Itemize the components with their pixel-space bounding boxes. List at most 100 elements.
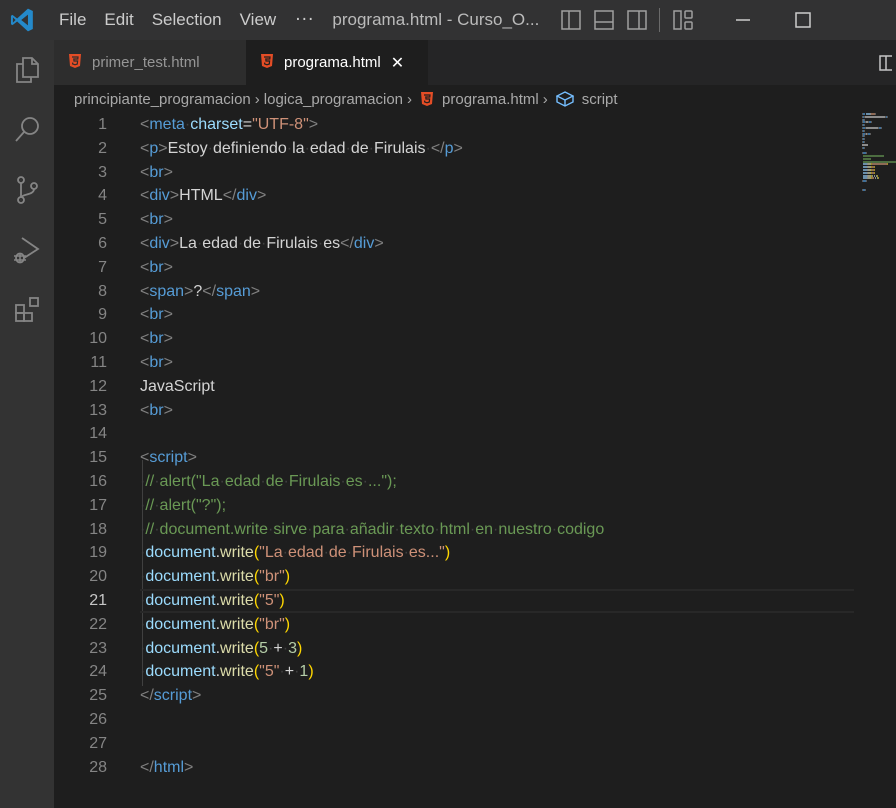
split-editor-icon[interactable] [876, 40, 896, 85]
minimap[interactable] [858, 113, 896, 193]
code-line[interactable]: 25 </script> [54, 684, 854, 708]
code-line[interactable]: 9 <br> [54, 303, 854, 327]
code-line[interactable]: 17 ·//·alert("?"); [54, 494, 854, 518]
code-editor[interactable]: 1 <meta·charset="UTF-8"> 2 <p>Estoy·definie… [54, 113, 854, 808]
minimap-mark [870, 132, 871, 135]
code-line[interactable]: 20 ·document.write("br") [54, 565, 854, 589]
code-line[interactable]: 14 [54, 422, 854, 446]
code-line[interactable]: 27 [54, 732, 854, 756]
code-token: write [220, 591, 254, 609]
customize-layout-icon[interactable] [666, 0, 699, 40]
line-content: <p>Estoy·definiendo·la·edad·de·Firulais·… [140, 137, 463, 161]
code-line[interactable]: 3 <br> [54, 161, 854, 185]
line-content: ·document.write(5·+·3) [140, 637, 302, 661]
extensions-button[interactable] [0, 280, 54, 340]
code-line[interactable]: 28 </html> [54, 756, 854, 780]
code-token: p [444, 139, 454, 157]
code-lines: 1 <meta·charset="UTF-8"> 2 <p>Estoy·definie… [54, 113, 854, 779]
code-token: > [256, 187, 267, 205]
code-token: > [187, 449, 197, 467]
code-line[interactable]: 21 ·document.write("5") [54, 588, 854, 613]
minimize-button[interactable] [713, 0, 773, 40]
toggle-secondary-sidebar-icon[interactable] [620, 0, 653, 40]
menu-file[interactable]: File [50, 0, 95, 40]
minimap-mark [863, 157, 871, 160]
activity-bar [0, 40, 54, 808]
code-token: > [163, 211, 173, 229]
search-icon [15, 117, 39, 142]
toggle-panel-icon[interactable] [587, 0, 620, 40]
code-token: br [149, 211, 164, 229]
code-token: ) [284, 568, 291, 586]
code-line[interactable]: 6 <div>La·edad·de·Firulais·es</div> [54, 232, 854, 256]
maximize-button[interactable] [773, 0, 833, 40]
code-token: < [140, 116, 150, 133]
code-line[interactable]: 18 ·//·document.write·sirve·para·añadir·t… [54, 518, 854, 542]
minimap-mark [878, 177, 879, 180]
code-line[interactable]: 15 <script> [54, 446, 854, 470]
code-line[interactable]: 4 <div>HTML</div> [54, 184, 854, 208]
code-line[interactable]: 10 <br> [54, 327, 854, 351]
breadcrumb-symbol[interactable]: script [582, 91, 618, 108]
breadcrumb-folder-logica[interactable]: logica_programacion [264, 91, 403, 108]
line-number: 14 [89, 425, 107, 443]
code-token: br [149, 163, 164, 181]
tab-label: programa.html [284, 54, 381, 71]
code-line[interactable]: 8 <span>?</span> [54, 280, 854, 304]
code-token: ) [284, 615, 291, 633]
run-debug-button[interactable] [0, 220, 54, 280]
editor-tab-bar: primer_test.html programa.html ✕ [54, 40, 896, 85]
code-line[interactable]: 12 JavaScript [54, 375, 854, 399]
code-token: HTML [179, 187, 223, 205]
vscode-logo-icon [2, 0, 42, 40]
code-token: div [236, 187, 257, 205]
tab-label: primer_test.html [92, 54, 200, 71]
code-line[interactable]: 16 ·//·alert("La·edad·de·Firulais·es·..."… [54, 470, 854, 494]
code-line[interactable]: 22 ·document.write("br") [54, 613, 854, 637]
line-number: 17 [89, 496, 107, 514]
code-line[interactable]: 11 <br> [54, 351, 854, 375]
toggle-primary-sidebar-icon[interactable] [554, 0, 587, 40]
explorer-button[interactable] [0, 40, 54, 100]
line-number: 3 [98, 163, 107, 181]
code-token: div [149, 187, 170, 205]
minimap-mark [887, 163, 888, 166]
code-token: script [153, 687, 193, 705]
minimap-mark [864, 146, 865, 149]
code-token: "5" [259, 663, 280, 681]
code-line[interactable]: 26 [54, 708, 854, 732]
code-token: < [140, 163, 150, 181]
code-token: < [140, 353, 150, 371]
code-line[interactable]: 2 <p>Estoy·definiendo·la·edad·de·Firulais… [54, 137, 854, 161]
minimap-mark [863, 155, 884, 157]
line-number: 8 [98, 282, 107, 300]
tab-programa[interactable]: programa.html ✕ [246, 40, 428, 85]
menu-view[interactable]: View [231, 0, 286, 40]
menu-edit[interactable]: Edit [95, 0, 142, 40]
code-line[interactable]: 13 <br> [54, 399, 854, 423]
code-line[interactable]: 1 <meta·charset="UTF-8"> [54, 113, 854, 137]
code-line[interactable]: 19 ·document.write("La·edad·de·Firulais·e… [54, 541, 854, 565]
source-control-button[interactable] [0, 160, 54, 220]
breadcrumb-folder-principiante[interactable]: principiante_programacion [74, 91, 251, 108]
code-line[interactable]: 23 ·document.write(5·+·3) [54, 637, 854, 661]
code-token: > [308, 116, 319, 133]
breadcrumb-file[interactable]: programa.html [442, 91, 539, 108]
menu-selection[interactable]: Selection [143, 0, 231, 40]
close-tab-icon[interactable]: ✕ [391, 53, 404, 73]
tab-primer-test[interactable]: primer_test.html [54, 40, 246, 85]
code-token: document [145, 663, 216, 681]
code-token: document [145, 544, 216, 562]
minimap-mark [881, 127, 882, 129]
code-line[interactable]: 7 <br> [54, 256, 854, 280]
menu-more-button[interactable]: ··· [285, 10, 324, 30]
line-content: <br> [140, 327, 173, 351]
menu-bar: File Edit Selection View ··· [50, 0, 324, 40]
search-button[interactable] [0, 100, 54, 160]
code-line[interactable]: 5 <br> [54, 208, 854, 232]
code-line[interactable]: 24 ·document.write("5"·+·1) [54, 660, 854, 684]
line-content: ·document.write("La·edad·de·Firulais·es.… [140, 541, 450, 565]
line-content: </html> [140, 756, 193, 780]
minimap-mark [864, 138, 865, 141]
code-token: write [220, 615, 254, 633]
